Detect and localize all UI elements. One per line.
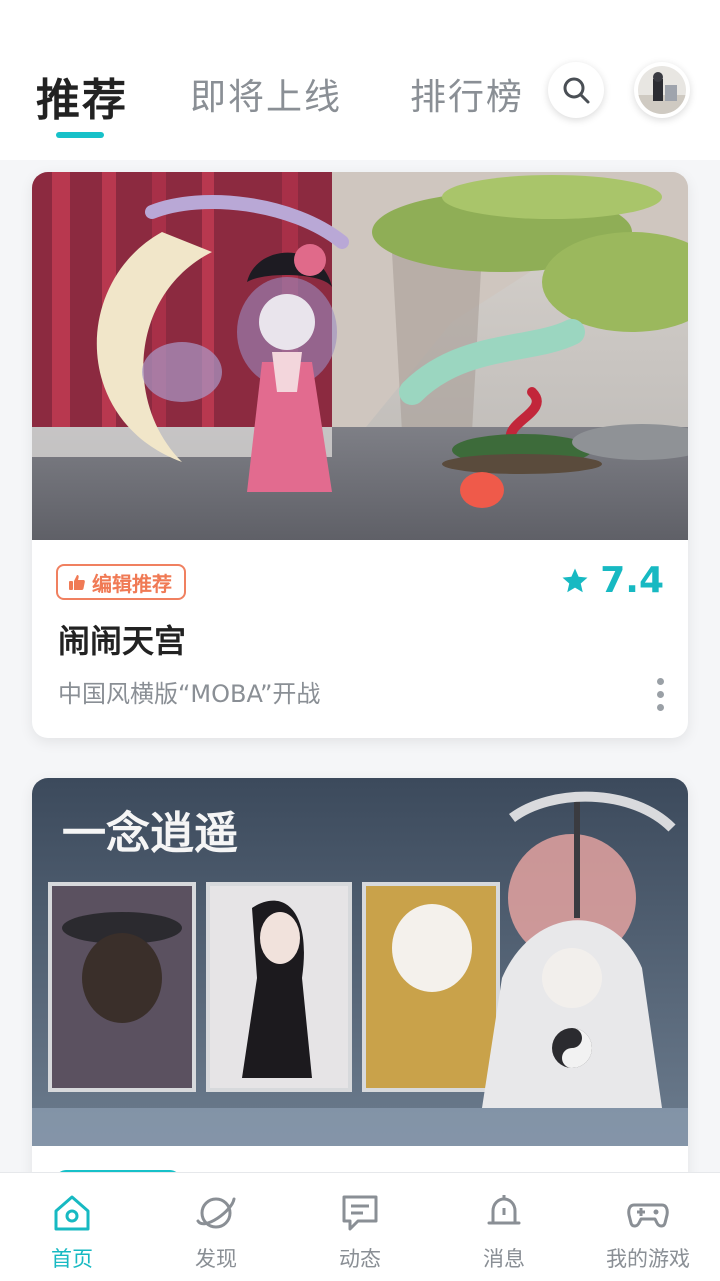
home-icon (54, 1195, 90, 1231)
tab-upcoming[interactable]: 即将上线 (190, 68, 342, 120)
top-bar: 推荐 即将上线 排行榜 (0, 0, 720, 160)
game-card[interactable]: 一念逍遥 (32, 778, 688, 1198)
nav-messages[interactable]: 消息 (432, 1173, 576, 1281)
gamepad-icon (627, 1203, 669, 1228)
nav-feed[interactable]: 动态 (288, 1173, 432, 1281)
game-description: 中国风横版“MOBA”开战 (58, 680, 321, 708)
nav-home[interactable]: 首页 (0, 1173, 144, 1281)
planet-icon (196, 1197, 236, 1229)
game-card[interactable]: 编辑推荐 7.4 闹闹天宫 中国风横版“MOBA”开战 (32, 172, 688, 738)
game-banner-image: 一念逍遥 (32, 778, 688, 1146)
nav-label: 我的游戏 (606, 1247, 690, 1271)
star-icon (562, 568, 588, 592)
game-banner-image (32, 172, 688, 540)
tab-recommend[interactable]: 推荐 (36, 64, 128, 128)
tab-underline (56, 132, 104, 138)
rating: 7.4 (560, 560, 664, 601)
nav-discover[interactable]: 发现 (144, 1173, 288, 1281)
more-options-button[interactable] (656, 678, 664, 711)
nav-label: 消息 (483, 1247, 525, 1271)
avatar-button[interactable] (634, 62, 690, 118)
message-icon (342, 1195, 378, 1231)
bottom-navigation: 首页 发现 动态 消息 我的游戏 (0, 1172, 720, 1281)
search-icon (563, 77, 590, 104)
tab-ranking[interactable]: 排行榜 (410, 68, 524, 120)
game-logo-text: 一念逍遥 (62, 808, 238, 859)
badge-label: 编辑推荐 (92, 571, 172, 596)
nav-label: 首页 (51, 1247, 93, 1271)
avatar (638, 66, 686, 114)
nav-label: 动态 (339, 1247, 381, 1271)
more-dot (656, 678, 664, 685)
editor-pick-badge: 编辑推荐 (56, 564, 186, 600)
thumbs-up-icon (69, 575, 85, 590)
more-dot (656, 704, 664, 711)
more-dot (656, 691, 664, 698)
bell-icon (487, 1195, 521, 1225)
search-button[interactable] (548, 62, 604, 118)
game-title[interactable]: 闹闹天宫 (58, 616, 186, 662)
nav-my-games[interactable]: 我的游戏 (576, 1173, 720, 1281)
nav-label: 发现 (195, 1247, 237, 1271)
rating-value: 7.4 (600, 560, 664, 601)
